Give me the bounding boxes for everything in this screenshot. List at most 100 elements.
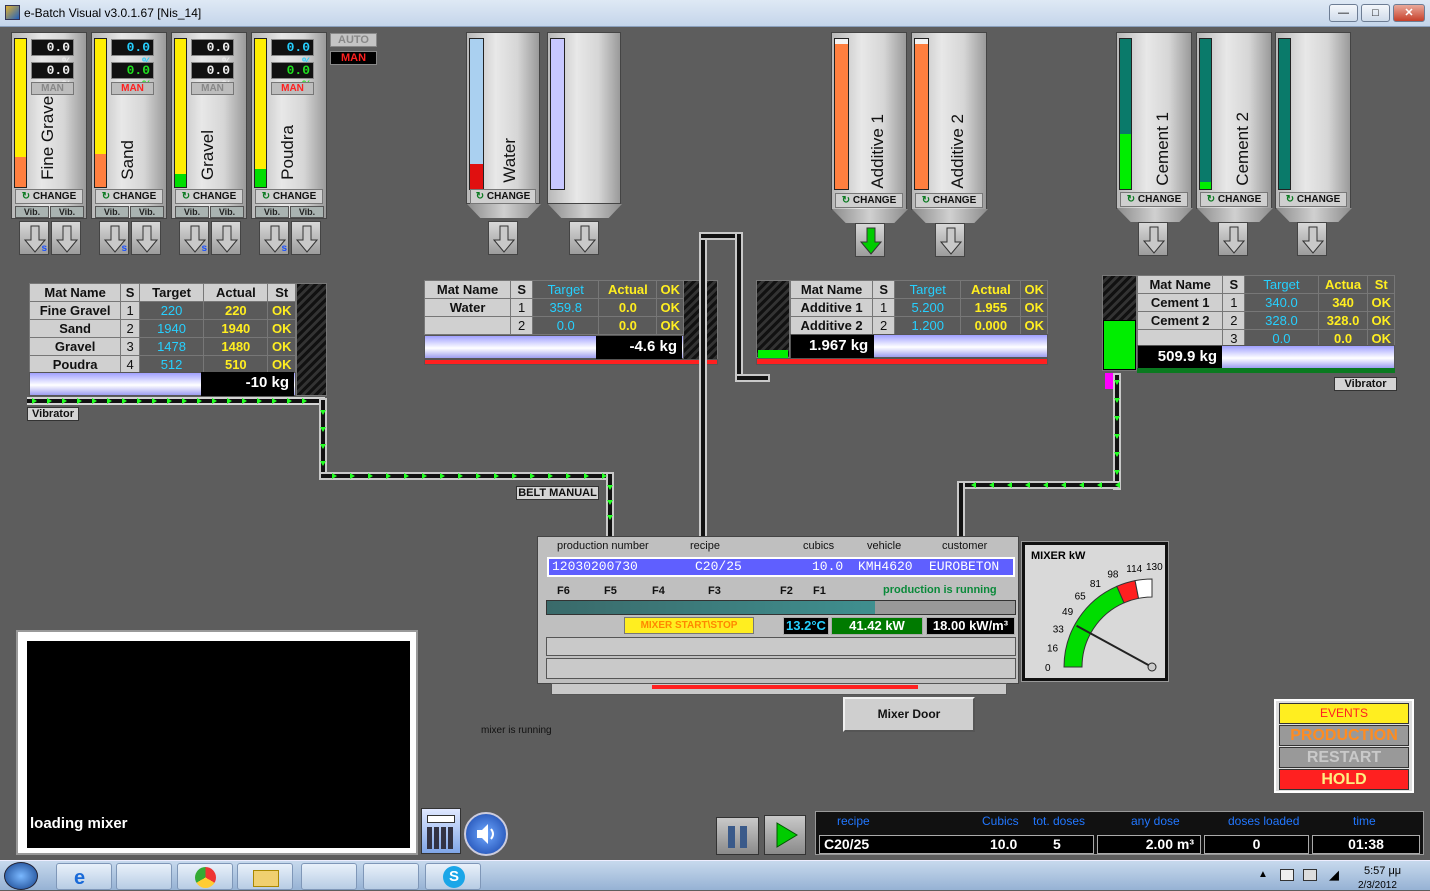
agg-valve-button-1[interactable]: s: [179, 221, 209, 255]
col-header: S: [120, 283, 140, 302]
aggregate-vibrator-button[interactable]: Vibrator: [27, 407, 79, 421]
events-button[interactable]: EVENTS: [1279, 703, 1409, 724]
change-button[interactable]: ↻ CHANGE: [95, 189, 163, 204]
taskbar-ie-icon[interactable]: e: [56, 863, 112, 890]
taskbar-calculator-icon[interactable]: [116, 863, 172, 890]
flow-arrow: [1114, 380, 1120, 388]
tray-volume-icon[interactable]: ◢: [1329, 867, 1339, 883]
flow-arrow: [422, 473, 430, 479]
mixer-start-stop-button[interactable]: MIXER START\STOP: [624, 617, 754, 634]
flow-arrow: [332, 473, 340, 479]
cubics-label: Cubics: [982, 814, 1019, 828]
close-button[interactable]: ✕: [1393, 4, 1425, 22]
vib-button-2[interactable]: Vib.: [210, 206, 244, 218]
tray-clock[interactable]: 5:57 μμ: [1364, 865, 1401, 877]
agg-valve-button-2[interactable]: [51, 221, 81, 255]
flow-arrow: [47, 398, 55, 404]
additive-valve-button-1[interactable]: [855, 223, 885, 257]
gauge-hub: [1147, 662, 1157, 672]
change-button[interactable]: ↻ CHANGE: [1120, 192, 1188, 207]
cell-name: Gravel: [28, 337, 122, 356]
table-row: Sand 2 1940 1940 OK: [28, 319, 296, 338]
agg-valve-button-2[interactable]: [131, 221, 161, 255]
vib-button-2[interactable]: Vib.: [130, 206, 164, 218]
change-button[interactable]: ↻ CHANGE: [1200, 192, 1268, 207]
agg-valve-button-1[interactable]: s: [99, 221, 129, 255]
f1-label: F1: [813, 585, 826, 597]
vib-button-2[interactable]: Vib.: [50, 206, 84, 218]
pause-button[interactable]: [716, 817, 759, 855]
time-label: time: [1353, 814, 1376, 828]
agg-valve-button-1[interactable]: s: [259, 221, 289, 255]
vib-button-1[interactable]: Vib.: [175, 206, 209, 218]
gauge-zone-2: [1134, 578, 1153, 599]
belt-manual-button[interactable]: BELT MANUAL: [516, 486, 599, 500]
auto-button[interactable]: AUTO: [330, 33, 377, 47]
flow-arrow: [440, 473, 448, 479]
change-button[interactable]: ↻ CHANGE: [15, 189, 83, 204]
change-button[interactable]: ↻ CHANGE: [470, 189, 536, 204]
agg-3-silo: Poudra ↻ CHANGE: [251, 32, 327, 219]
bin-mode[interactable]: MAN: [111, 82, 154, 95]
cement-valve-button-1[interactable]: [1138, 222, 1168, 256]
aggregate-belt: [27, 397, 325, 405]
taskbar-skype-icon[interactable]: S: [425, 863, 481, 890]
production-panel: production number recipe cubics vehicle …: [537, 536, 1019, 684]
flow-arrow: [242, 398, 250, 404]
cement-valve-button-3[interactable]: [1297, 222, 1327, 256]
production-button[interactable]: PRODUCTION: [1279, 725, 1409, 746]
vib-button-1[interactable]: Vib.: [15, 206, 49, 218]
col-header: Actual: [203, 283, 269, 302]
col-header: Target: [1244, 275, 1319, 294]
flow-arrow: [986, 482, 994, 488]
water-valve-button-1[interactable]: [488, 221, 518, 255]
cell-st: OK: [656, 298, 684, 317]
col-header: St: [267, 283, 296, 302]
sound-icon[interactable]: [464, 812, 508, 856]
vib-button-1[interactable]: Vib.: [255, 206, 289, 218]
agg-valve-button-1[interactable]: s: [19, 221, 49, 255]
agg-valve-button-2[interactable]: [211, 221, 241, 255]
taskbar-chrome-icon[interactable]: [177, 863, 233, 890]
play-button[interactable]: [764, 815, 806, 855]
bin-mode[interactable]: MAN: [271, 82, 314, 95]
change-button[interactable]: ↻ CHANGE: [835, 193, 903, 208]
change-button[interactable]: ↻ CHANGE: [255, 189, 323, 204]
minimize-button[interactable]: —: [1329, 4, 1358, 22]
start-button[interactable]: [4, 862, 38, 890]
cell-s: 1: [510, 298, 534, 317]
bin-mode[interactable]: MAN: [191, 82, 234, 95]
silo-name: Cement 1: [1153, 112, 1172, 186]
change-button[interactable]: ↻ CHANGE: [1279, 192, 1347, 207]
silo-name: Gravel: [198, 129, 217, 180]
tray-network-icon[interactable]: [1303, 869, 1317, 881]
customer-header: customer: [942, 540, 988, 552]
flow-arrow: [968, 482, 976, 488]
bin-mode[interactable]: MAN: [31, 82, 74, 95]
cement-valve-button-2[interactable]: [1218, 222, 1248, 256]
calculator-icon[interactable]: [421, 808, 461, 854]
man-button[interactable]: MAN: [330, 51, 377, 65]
mixer-kw-gauge: MIXER kW 0 16 33 49 65 81 98 114 130: [1021, 541, 1169, 682]
silo-level-bar: [254, 38, 267, 188]
loading-text: loading mixer: [30, 815, 128, 832]
taskbar-ebatch2-icon[interactable]: [363, 863, 419, 890]
taskbar-ebatch-icon[interactable]: [301, 863, 357, 890]
additive-valve-button-2[interactable]: [935, 223, 965, 257]
mixer-door-button[interactable]: Mixer Door: [843, 697, 975, 732]
water-valve-button-2[interactable]: [569, 221, 599, 255]
cement-vibrator-button[interactable]: Vibrator: [1334, 377, 1397, 391]
flow-arrow: [584, 473, 592, 479]
bin-percent-2: 0.0 %: [111, 62, 154, 93]
restart-button[interactable]: RESTART: [1279, 747, 1409, 768]
vib-button-2[interactable]: Vib.: [290, 206, 324, 218]
hold-button[interactable]: HOLD: [1279, 769, 1409, 790]
maximize-button[interactable]: □: [1361, 4, 1390, 22]
taskbar-explorer-icon[interactable]: [237, 863, 293, 890]
agg-valve-button-2[interactable]: [291, 221, 321, 255]
change-button[interactable]: ↻ CHANGE: [915, 193, 983, 208]
change-button[interactable]: ↻ CHANGE: [175, 189, 243, 204]
tray-flag-icon[interactable]: [1280, 869, 1294, 881]
tray-arrow-icon[interactable]: ▲: [1258, 869, 1268, 880]
vib-button-1[interactable]: Vib.: [95, 206, 129, 218]
